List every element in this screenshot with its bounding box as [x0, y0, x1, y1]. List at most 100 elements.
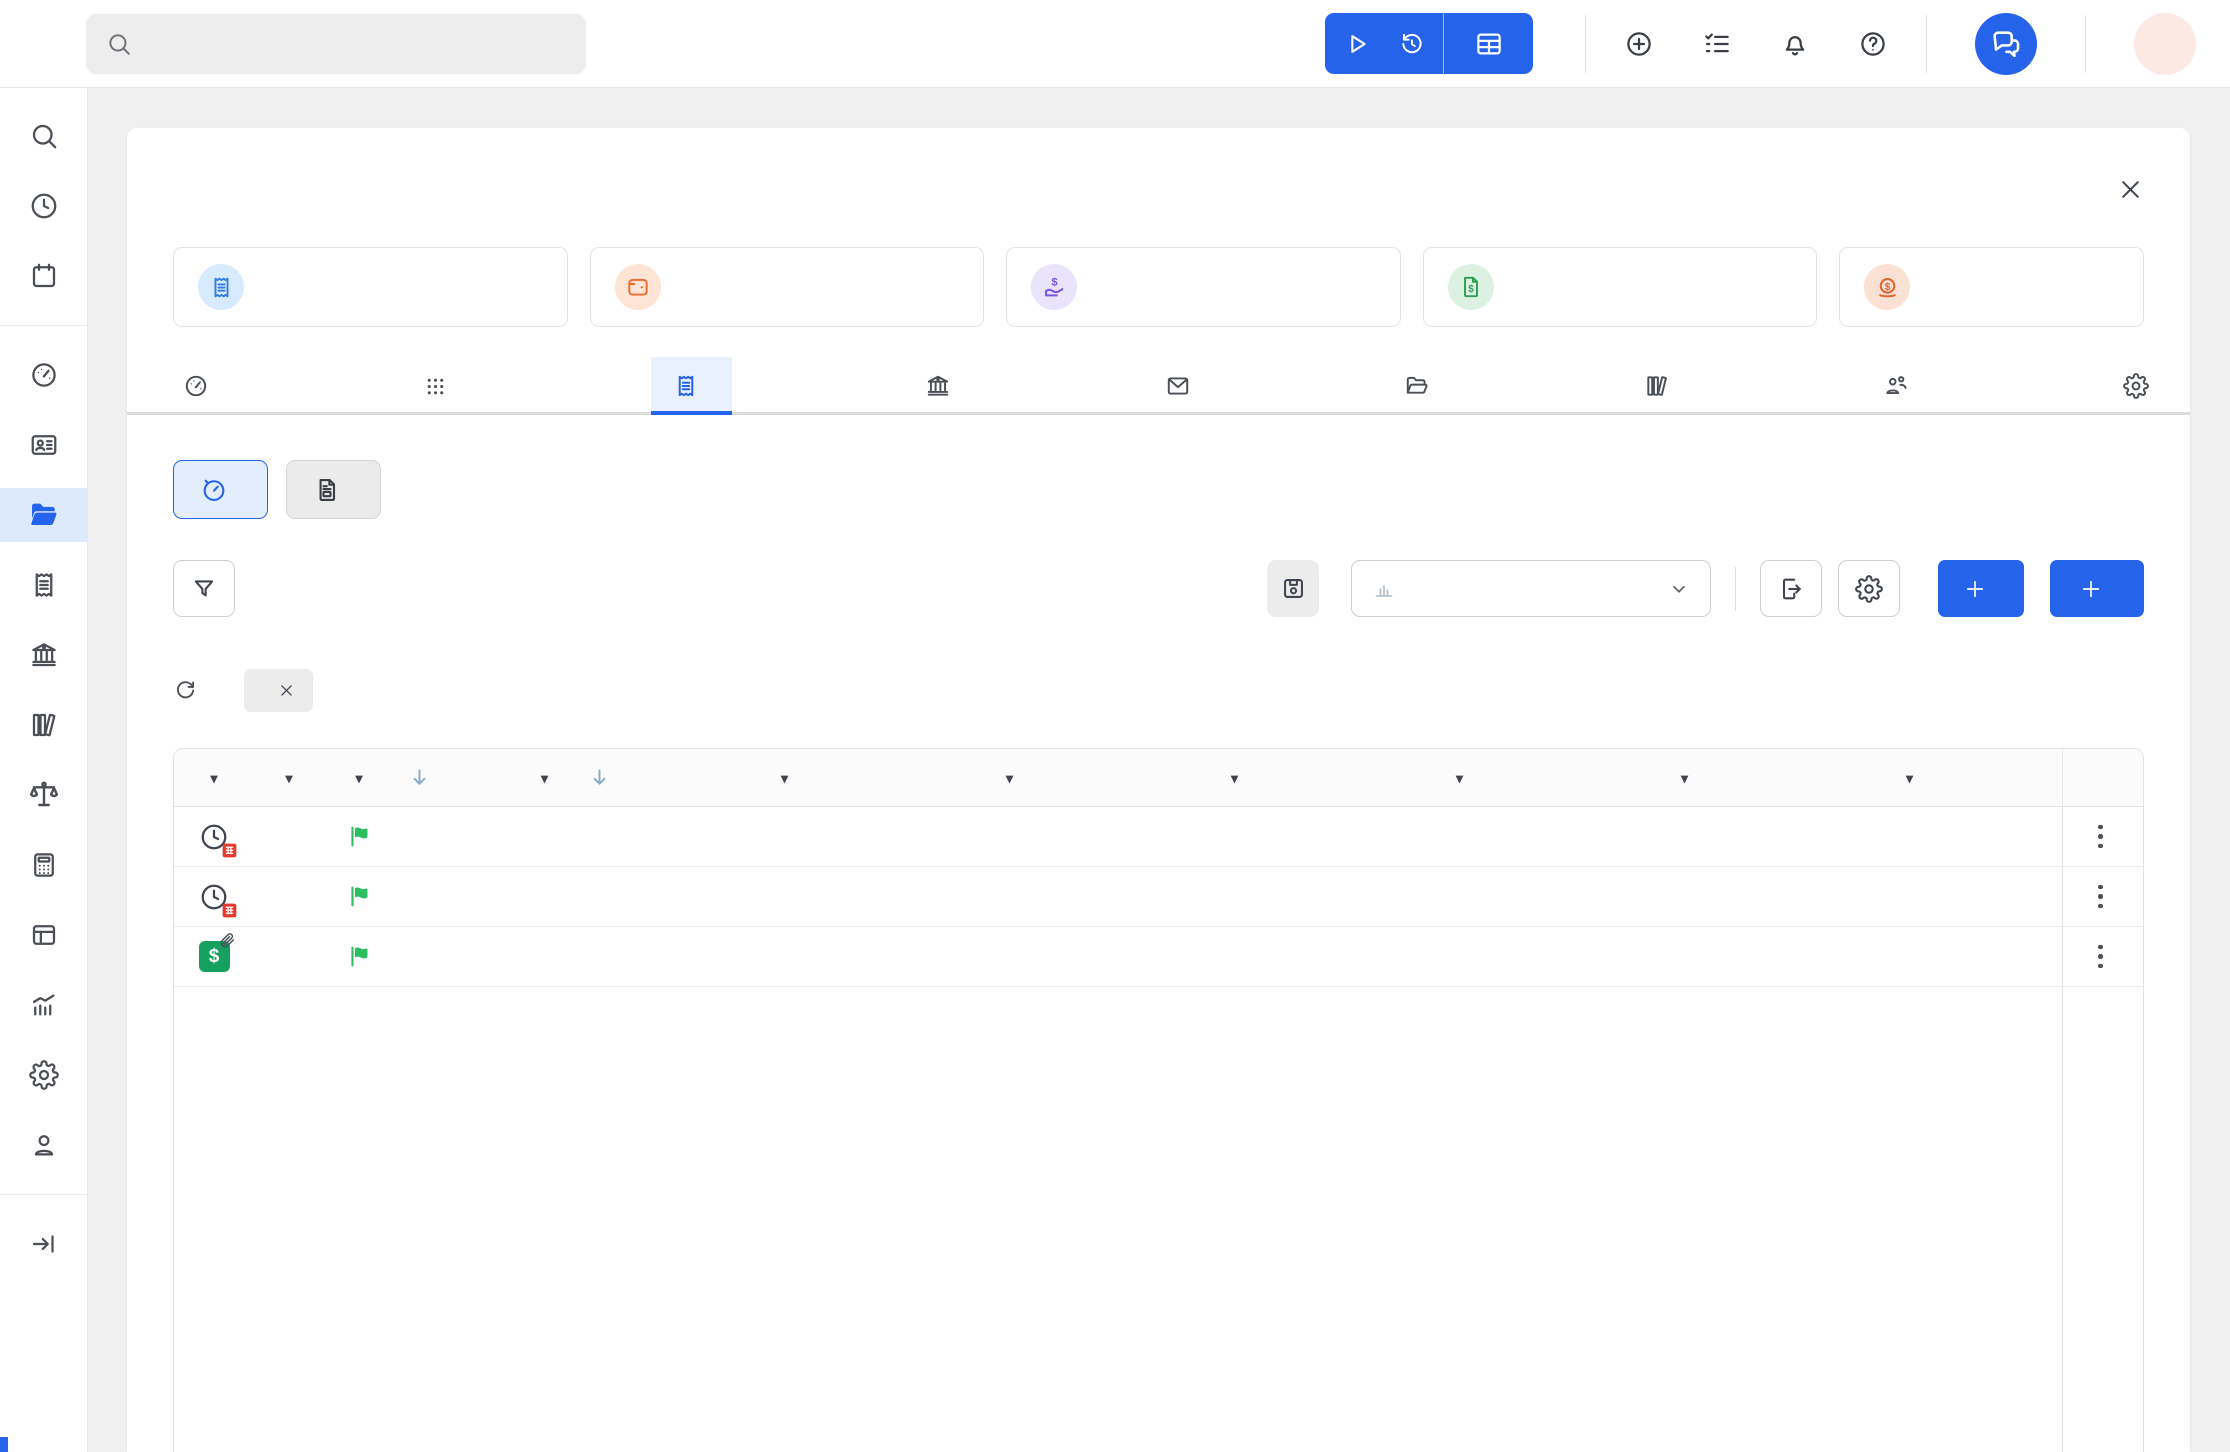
user-avatar[interactable]	[2134, 13, 2196, 75]
sort-desc-icon[interactable]	[408, 766, 431, 789]
column-menu-caret[interactable]	[1006, 771, 1013, 785]
divider	[1735, 567, 1736, 611]
column-header-timekeeper[interactable]	[814, 771, 1039, 785]
clock-icon	[29, 191, 59, 221]
global-search[interactable]	[86, 14, 586, 74]
tab-matter-management[interactable]	[1394, 357, 1451, 412]
row-menu-button[interactable]	[2092, 819, 2109, 855]
subtab-invoice[interactable]	[286, 460, 381, 519]
notifications-button[interactable]	[1756, 0, 1834, 88]
sidebar-item-library[interactable]	[0, 698, 87, 752]
sidebar-item-accounting[interactable]	[0, 838, 87, 892]
sidebar-item-billing[interactable]	[0, 558, 87, 612]
close-button[interactable]	[2117, 176, 2144, 203]
wallet-icon	[625, 274, 651, 300]
matter-card: $	[127, 128, 2190, 1452]
sidebar-collapse-button[interactable]	[0, 1217, 87, 1271]
row-menu-button[interactable]	[2092, 939, 2109, 975]
refresh-filters-button[interactable]	[173, 678, 198, 703]
column-menu-caret[interactable]	[1681, 771, 1688, 785]
sidebar-item-profile[interactable]	[0, 1118, 87, 1172]
column-menu-caret[interactable]	[285, 771, 292, 785]
column-header-type[interactable]	[174, 771, 254, 785]
sidebar-item-matters[interactable]	[0, 488, 87, 542]
tab-settings[interactable]	[2113, 357, 2170, 412]
column-menu-caret[interactable]	[210, 771, 217, 785]
sidebar-item-time[interactable]	[0, 179, 87, 233]
pinned-column-divider	[2062, 749, 2063, 1452]
table-row[interactable]: $	[174, 927, 2143, 987]
tab-billing[interactable]	[651, 357, 732, 412]
sort-desc-icon[interactable]	[588, 766, 611, 789]
filter-button[interactable]	[173, 560, 235, 617]
bank-icon	[29, 640, 59, 670]
table-row[interactable]	[174, 807, 2143, 867]
sidebar-item-workspace[interactable]	[0, 908, 87, 962]
sidebar-item-reports[interactable]	[0, 978, 87, 1032]
timer-grid-button[interactable]	[1443, 13, 1533, 74]
tab-communication[interactable]	[1155, 357, 1212, 412]
plus-circle-icon	[1624, 29, 1654, 59]
save-view-button[interactable]	[1267, 560, 1319, 617]
flag-icon[interactable]	[346, 823, 373, 850]
remove-filter-button[interactable]	[278, 682, 295, 699]
add-timecard-button[interactable]	[1938, 560, 2024, 617]
plus-icon	[2080, 578, 2102, 600]
column-header-flag[interactable]	[324, 771, 394, 785]
sidebar-item-dashboard[interactable]	[0, 348, 87, 402]
column-header-task-expense[interactable]	[1039, 771, 1264, 785]
column-header-date[interactable]	[574, 766, 814, 789]
column-menu-caret[interactable]	[541, 771, 548, 785]
tab-documents[interactable]	[1634, 357, 1691, 412]
column-menu-caret[interactable]	[1231, 771, 1238, 785]
sidebar-scroll-indicator	[0, 1437, 8, 1452]
tab-banking[interactable]	[915, 357, 972, 412]
quick-add-button[interactable]	[1600, 0, 1678, 88]
chat-button[interactable]	[1975, 13, 2037, 75]
play-icon[interactable]	[1343, 30, 1371, 58]
column-menu-caret[interactable]	[355, 771, 362, 785]
add-expense-button[interactable]	[2050, 560, 2144, 617]
filter-chip-status-unbilled[interactable]	[244, 669, 313, 712]
funnel-icon	[190, 575, 218, 603]
subtab-time-expense[interactable]	[173, 460, 268, 519]
coin-icon	[1874, 274, 1901, 301]
column-header-status[interactable]	[254, 771, 324, 785]
column-menu-caret[interactable]	[781, 771, 788, 785]
envelope-icon	[1165, 373, 1191, 399]
table-settings-button[interactable]	[1838, 560, 1900, 617]
sidebar-item-courts[interactable]	[0, 768, 87, 822]
help-button[interactable]	[1834, 0, 1912, 88]
tab-custom-fields[interactable]	[413, 357, 469, 412]
sidebar-item-search[interactable]	[0, 109, 87, 163]
flag-icon[interactable]	[346, 943, 373, 970]
column-header-task-exp-code[interactable]	[1264, 771, 1489, 785]
row-menu-button[interactable]	[2092, 879, 2109, 915]
timer-widget[interactable]	[1325, 13, 1533, 74]
flag-icon[interactable]	[346, 883, 373, 910]
view-selector-dropdown[interactable]	[1351, 560, 1711, 617]
doc-dollar-icon	[1458, 274, 1484, 300]
column-header-activity-code[interactable]	[1489, 771, 1714, 785]
export-button[interactable]	[1760, 560, 1822, 617]
tab-relations[interactable]	[1873, 357, 1930, 412]
tab-summary[interactable]	[173, 357, 230, 412]
close-icon	[278, 682, 295, 699]
column-header-description[interactable]	[1714, 771, 1939, 785]
receipt-icon	[29, 570, 59, 600]
search-input[interactable]	[148, 32, 566, 56]
sidebar-item-settings[interactable]	[0, 1048, 87, 1102]
tasks-button[interactable]	[1678, 0, 1756, 88]
sidebar-item-banking[interactable]	[0, 628, 87, 682]
timer-history-icon[interactable]	[1399, 31, 1425, 57]
column-menu-caret[interactable]	[1456, 771, 1463, 785]
sidebar-item-calendar[interactable]	[0, 249, 87, 303]
help-icon	[1858, 29, 1888, 59]
divider	[2085, 15, 2086, 73]
table-row[interactable]	[174, 867, 2143, 927]
sidebar-item-contacts[interactable]	[0, 418, 87, 472]
column-menu-caret[interactable]	[1906, 771, 1913, 785]
column-header-index[interactable]	[394, 766, 574, 789]
gauge-icon	[29, 360, 59, 390]
gear-icon	[2123, 373, 2149, 399]
